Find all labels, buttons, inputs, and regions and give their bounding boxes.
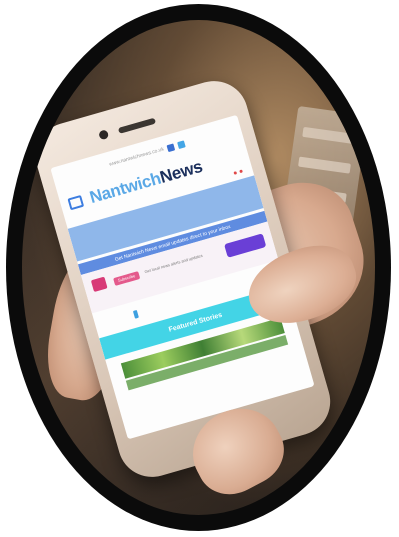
dot-icon [239, 169, 243, 174]
shelf-tag [302, 126, 356, 144]
shelf-tag [298, 156, 351, 174]
menu-icon[interactable] [67, 194, 85, 211]
photo: www.nantwichnews.co.uk NantwichNews Get … [22, 20, 375, 515]
front-camera [98, 129, 110, 141]
email-icon [90, 276, 108, 292]
signup-button[interactable] [224, 233, 267, 258]
facebook-icon[interactable] [166, 142, 176, 152]
subscribe-button[interactable]: Subscribe [113, 271, 141, 286]
twitter-icon[interactable] [177, 139, 186, 149]
earpiece-speaker [117, 117, 157, 134]
dot-icon [233, 171, 238, 175]
info-icon [132, 309, 139, 319]
subscribe-text: Get local news alerts and updates [143, 252, 204, 275]
